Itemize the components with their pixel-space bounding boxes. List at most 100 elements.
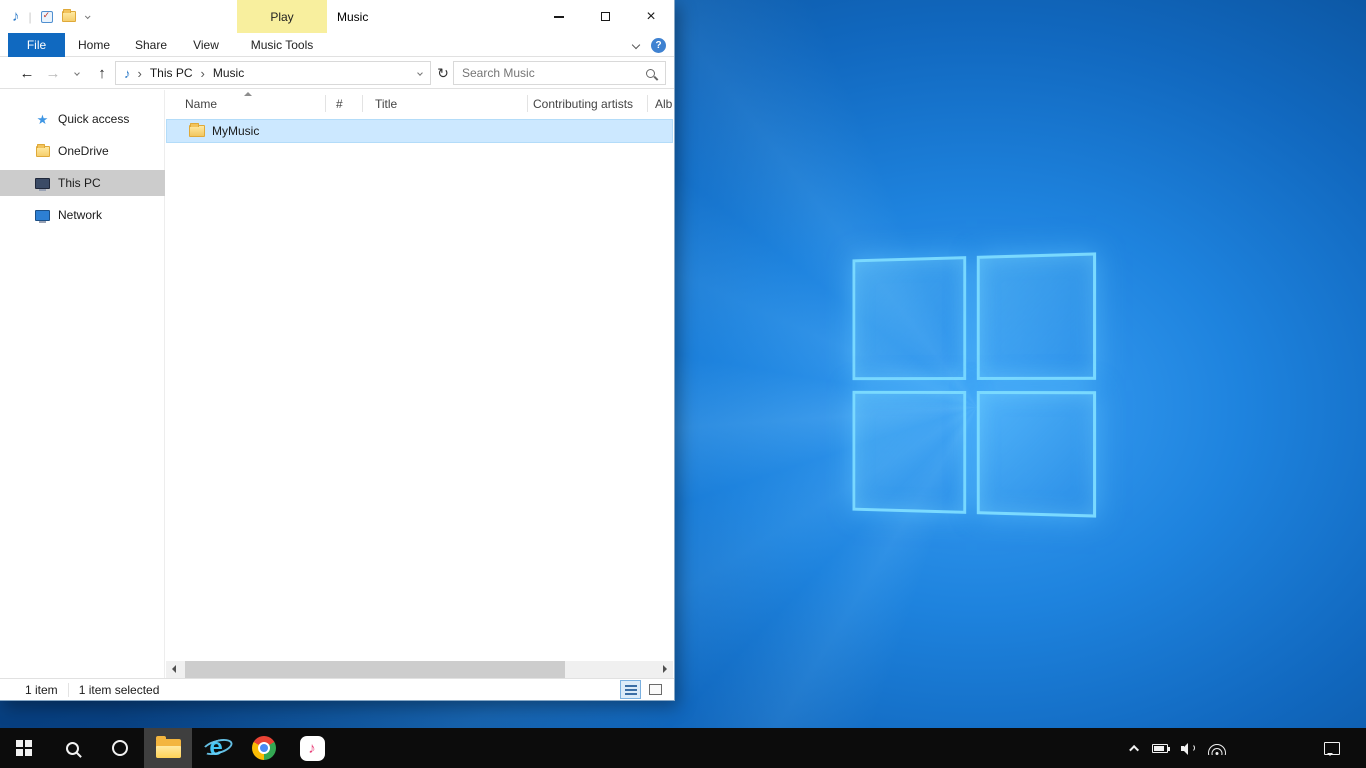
up-arrow-icon: ↑ <box>98 65 106 82</box>
window-title-text: Music <box>337 10 368 24</box>
column-header-row: Name # Title Contributing artists Alb <box>166 90 674 117</box>
sidebar-item-this-pc[interactable]: This PC <box>0 170 165 196</box>
details-view-icon <box>625 685 637 695</box>
file-row-label: MyMusic <box>212 124 259 138</box>
breadcrumb-this-pc[interactable]: This PC <box>143 62 200 84</box>
windows-logo-pane <box>976 252 1096 379</box>
file-explorer-icon <box>156 739 181 758</box>
sort-ascending-icon <box>244 92 252 96</box>
ribbon-tab-row: File Home Share View Music Tools ? <box>0 33 674 57</box>
back-button[interactable]: ← <box>15 57 39 89</box>
breadcrumb-music[interactable]: Music <box>206 62 251 84</box>
contextual-tab-play-label: Play <box>270 10 293 24</box>
selection-count: 1 item selected <box>79 683 160 697</box>
ribbon-right-controls: ? <box>633 33 666 57</box>
file-list-area: Name # Title Contributing artists Alb My… <box>166 90 674 678</box>
speaker-icon[interactable] <box>1181 742 1195 754</box>
view-toggle-buttons <box>620 680 666 699</box>
onedrive-folder-icon <box>34 146 51 157</box>
itunes-icon: ♪ <box>300 736 325 761</box>
taskbar-file-explorer-button[interactable] <box>144 728 192 768</box>
new-folder-icon[interactable] <box>62 11 76 22</box>
column-divider[interactable] <box>527 95 528 112</box>
taskbar: e ♪ <box>0 728 1366 768</box>
sidebar-item-onedrive[interactable]: OneDrive <box>0 138 165 164</box>
system-tray <box>1132 728 1226 768</box>
refresh-button[interactable]: ↻ <box>432 61 454 85</box>
column-header-title[interactable]: Title <box>375 90 397 117</box>
taskbar-search-button[interactable] <box>48 728 96 768</box>
tab-file[interactable]: File <box>8 33 65 57</box>
window-title: Music <box>337 0 368 33</box>
details-view-button[interactable] <box>620 680 641 699</box>
quick-access-star-icon: ★ <box>34 113 51 126</box>
windows-logo-pane <box>853 390 966 513</box>
desktop: ♪ | Play Music × File <box>0 0 1366 768</box>
start-button[interactable] <box>0 728 48 768</box>
hidden-icons-chevron-icon[interactable] <box>1129 744 1139 754</box>
cortana-circle-icon <box>112 740 128 756</box>
recent-locations-button[interactable] <box>68 57 86 89</box>
windows-start-icon <box>16 740 32 756</box>
column-header-album[interactable]: Alb <box>655 90 672 117</box>
column-header-name[interactable]: Name <box>185 90 217 117</box>
windows-logo <box>853 252 1097 517</box>
sidebar-item-network[interactable]: Network <box>0 202 165 228</box>
scroll-left-arrow-icon[interactable] <box>172 665 176 673</box>
close-icon: × <box>646 9 655 25</box>
wifi-icon[interactable] <box>1208 742 1226 755</box>
file-row-mymusic[interactable]: MyMusic <box>166 119 673 143</box>
sidebar-item-label: OneDrive <box>58 144 109 158</box>
maximize-button[interactable] <box>582 0 628 33</box>
horizontal-scrollbar[interactable] <box>166 661 673 678</box>
chrome-icon <box>252 736 276 760</box>
close-button[interactable]: × <box>628 0 674 33</box>
cortana-button[interactable] <box>96 728 144 768</box>
column-header-contributing-artists[interactable]: Contributing artists <box>533 90 633 117</box>
taskbar-itunes-button[interactable]: ♪ <box>288 728 336 768</box>
address-dropdown-button[interactable] <box>410 62 430 84</box>
column-divider[interactable] <box>647 95 648 112</box>
window-controls: × <box>536 0 674 33</box>
search-box <box>453 61 666 85</box>
app-music-icon: ♪ <box>12 9 20 24</box>
large-icons-view-button[interactable] <box>645 680 666 699</box>
internet-explorer-icon: e <box>202 734 230 762</box>
help-icon[interactable]: ? <box>651 38 666 53</box>
search-input[interactable] <box>454 62 646 84</box>
column-divider[interactable] <box>325 95 326 112</box>
address-bar-row: ← → ↑ ♪ › This PC › Music ↻ <box>0 57 674 89</box>
column-divider[interactable] <box>362 95 363 112</box>
file-explorer-window: ♪ | Play Music × File <box>0 0 675 701</box>
address-bar[interactable]: ♪ › This PC › Music <box>115 61 431 85</box>
battery-icon[interactable] <box>1152 744 1168 753</box>
action-center-button[interactable] <box>1312 728 1352 768</box>
tab-home[interactable]: Home <box>70 33 118 57</box>
window-body: ★ Quick access OneDrive This PC Network <box>0 90 674 678</box>
tab-music-tools[interactable]: Music Tools <box>237 33 327 57</box>
tab-share-label: Share <box>135 38 167 52</box>
forward-button[interactable]: → <box>41 57 65 89</box>
network-monitor-icon <box>34 210 51 221</box>
quick-access-toolbar: ♪ | <box>12 0 89 33</box>
customize-toolbar-chevron-icon[interactable] <box>85 13 91 19</box>
minimize-icon <box>554 16 564 18</box>
expand-ribbon-chevron-icon[interactable] <box>632 41 640 49</box>
column-header-track-number[interactable]: # <box>336 90 343 117</box>
search-icon[interactable] <box>646 69 655 78</box>
sidebar-item-quick-access[interactable]: ★ Quick access <box>0 106 165 132</box>
tab-file-label: File <box>27 38 46 52</box>
taskbar-internet-explorer-button[interactable]: e <box>192 728 240 768</box>
tab-view[interactable]: View <box>182 33 230 57</box>
navigation-pane: ★ Quick access OneDrive This PC Network <box>0 90 165 678</box>
windows-logo-pane <box>853 256 966 379</box>
properties-icon[interactable] <box>41 11 53 23</box>
up-button[interactable]: ↑ <box>90 57 114 89</box>
contextual-tab-play[interactable]: Play <box>237 0 327 33</box>
scroll-right-arrow-icon[interactable] <box>663 665 667 673</box>
tab-share[interactable]: Share <box>126 33 176 57</box>
search-icon <box>66 742 79 755</box>
taskbar-chrome-button[interactable] <box>240 728 288 768</box>
scrollbar-thumb[interactable] <box>185 661 565 678</box>
minimize-button[interactable] <box>536 0 582 33</box>
